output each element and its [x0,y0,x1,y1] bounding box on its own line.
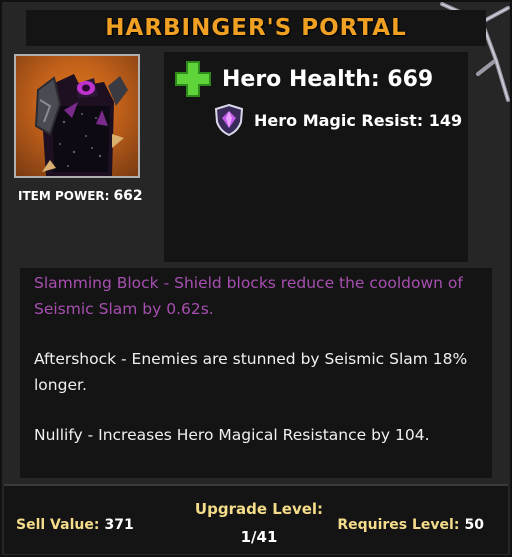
item-power: ITEM POWER: 662 [18,188,143,204]
item-power-label: ITEM POWER: [18,189,110,203]
enchantment-text: Nullify - Increases Hero Magical Resista… [34,426,430,444]
dark-armor-item-icon [34,74,128,176]
sell-value: Sell Value: 371 [16,514,134,533]
item-portrait [14,54,140,178]
hero-magic-resist-row: Hero Magic Resist: 149 [214,104,462,136]
requires-level-label: Requires Level: [337,517,460,533]
green-plus-icon [175,61,211,97]
item-power-value: 662 [113,188,143,204]
hero-stats-box: Hero Health: 669 Hero Magic Resist: 149 [164,52,468,262]
hero-magic-resist-stat: Hero Magic Resist: 149 [254,110,463,130]
hero-health-stat: Hero Health: 669 [222,66,434,92]
title-bar: HARBINGER'S PORTAL [26,10,486,46]
requires-level: Requires Level: 50 [337,514,484,533]
item-tooltip-panel: HARBINGER'S PORTAL ITEM POWER: 662 Hero … [0,0,512,557]
hero-health-row: Hero Health: 669 [174,60,433,98]
enchantment-text: Slamming Block - Shield blocks reduce th… [34,274,463,318]
sell-value-label: Sell Value: [16,517,100,533]
upgrade-level: Upgrade Level: 1/41 [174,500,344,546]
upgrade-level-value: 1/41 [240,528,278,546]
enchantment-text: Aftershock - Enemies are stunned by Seis… [34,350,468,394]
sell-value-amount: 371 [104,517,134,533]
upgrade-level-label: Upgrade Level: [194,500,324,518]
item-title: HARBINGER'S PORTAL [105,15,407,41]
item-footer: Sell Value: 371 Upgrade Level: 1/41 Requ… [4,484,508,554]
requires-level-value: 50 [464,517,484,533]
enchantments-box: Slamming Block - Shield blocks reduce th… [20,268,492,478]
purple-gem-shield-icon [214,104,244,136]
